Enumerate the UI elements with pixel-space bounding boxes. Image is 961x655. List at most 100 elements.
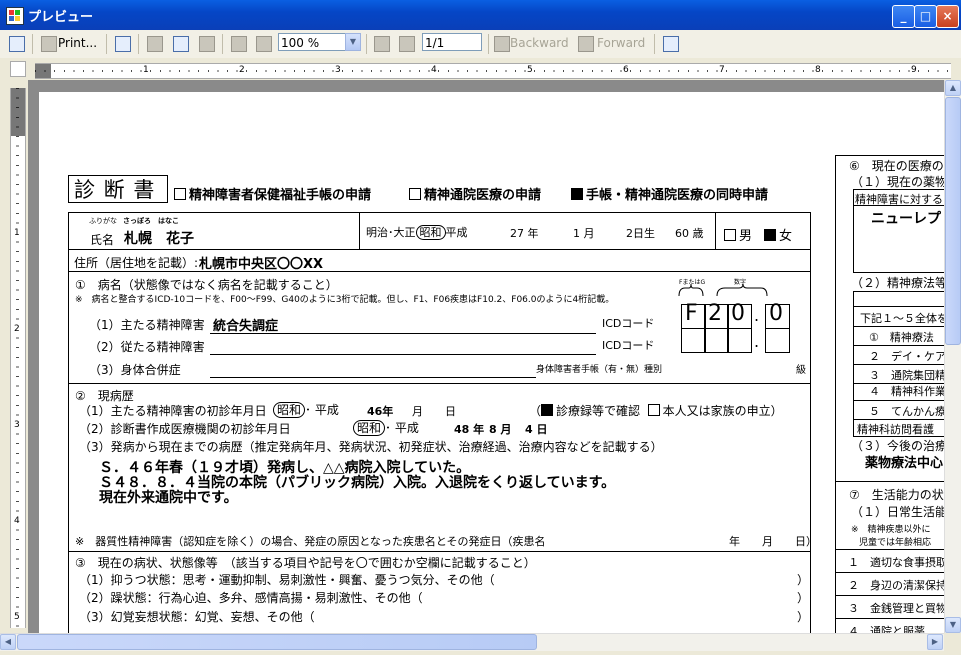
ability-item: １ 適切な食事摂取	[848, 556, 947, 569]
ruler-number: 3	[335, 65, 341, 75]
name-label: 氏名	[90, 233, 115, 247]
clinic-first-visit-month: 8 月	[489, 423, 512, 436]
first-visit-day: 日	[445, 405, 456, 418]
divider	[68, 383, 810, 384]
icd-cell	[681, 328, 706, 353]
age: 60 歳	[675, 227, 704, 240]
forward-icon[interactable]	[578, 36, 594, 52]
section1-title: ① 病名（状態像ではなく病名を記載すること）	[75, 278, 338, 292]
checkbox[interactable]	[409, 188, 421, 200]
ruler-ticks	[16, 88, 19, 628]
therapy-item: 精神科訪問看護	[857, 423, 934, 436]
vertical-scroll-thumb[interactable]	[945, 97, 961, 345]
print-button[interactable]: Print...	[58, 36, 97, 50]
grade-label: 級	[796, 365, 806, 376]
clinic-first-visit-label: （2）診断書作成医療機関の初診年月日	[79, 422, 291, 436]
checkbox-checked[interactable]	[571, 188, 583, 200]
section6-title: ⑥ 現在の医療の	[849, 159, 944, 173]
name-value: 札幌 花子	[124, 231, 194, 247]
checkbox[interactable]	[174, 188, 186, 200]
checkbox[interactable]	[724, 229, 736, 241]
checkbox-checked[interactable]	[764, 229, 776, 241]
right-column-border	[835, 155, 836, 633]
therapy-item: ４ 精神科作業	[869, 385, 946, 398]
icd-char: 2	[708, 301, 722, 326]
confirmation: （診療録等で確認 本人又は家族の申立）	[529, 404, 783, 418]
divider	[835, 481, 961, 482]
separator	[138, 34, 139, 54]
therapy-item: ① 精神療法	[869, 331, 934, 344]
scroll-corner	[944, 633, 961, 650]
section6-sub: （１）現在の薬物	[851, 175, 948, 189]
minimize-button[interactable]: _	[892, 5, 915, 28]
ruler-ticks	[35, 70, 951, 72]
birth-era: 明治･大正 昭和 平成	[366, 225, 468, 240]
underline	[210, 354, 596, 355]
separator	[222, 34, 223, 54]
organic-disorder-note: ※ 器質性精神障害（認知症を除く）の場合、発症の原因となった疾患名とその発症日（…	[75, 535, 546, 548]
scroll-up-icon[interactable]: ▲	[945, 80, 961, 96]
option-handbook: 精神障害者保健福祉手帳の申請	[174, 184, 371, 203]
physical-complication-label: （3）身体合併症	[89, 363, 181, 377]
ability-item: ３ 金銭管理と買物	[848, 602, 947, 615]
divider	[835, 549, 961, 550]
window-title: プレビュー	[28, 10, 94, 25]
vertical-ruler: 1 2 3 4 5	[10, 88, 26, 628]
close-paren: ）	[797, 573, 810, 587]
separator	[488, 34, 489, 54]
ability-item: ２ 身辺の清潔保持	[848, 579, 947, 592]
symptom-item: （3）幻覚妄想状態：幻覚、妄想、その他（	[79, 610, 315, 624]
continuous-page-icon[interactable]	[199, 36, 215, 52]
section3-title: ③ 現在の病状、状態像等 （該当する項目や記号を〇で囲むか空欄に記載すること）	[75, 556, 536, 570]
scroll-right-icon[interactable]: ▶	[927, 634, 943, 650]
multi-page-icon[interactable]	[173, 36, 189, 52]
divider	[68, 271, 810, 272]
next-page-icon[interactable]	[399, 36, 415, 52]
zoom-in-icon[interactable]	[256, 36, 272, 52]
backward-icon[interactable]	[494, 36, 510, 52]
first-visit-era: 昭和･ 平成	[273, 401, 339, 418]
edit-icon[interactable]	[663, 36, 679, 52]
printer-icon[interactable]	[41, 36, 57, 52]
chevron-down-icon[interactable]: ▼	[345, 33, 361, 51]
furigana-label: ふりがな	[89, 217, 117, 225]
find-icon[interactable]	[115, 36, 131, 52]
ruler-number: 3	[14, 420, 20, 430]
scroll-down-icon[interactable]: ▼	[945, 617, 961, 633]
divider	[835, 155, 961, 156]
checkbox[interactable]	[647, 404, 660, 416]
option-outpatient: 精神通院医療の申請	[409, 184, 541, 203]
backward-button[interactable]: Backward	[510, 36, 569, 50]
ruler-number: 8	[815, 65, 821, 75]
birth-month: 1 月	[573, 227, 595, 240]
prev-page-icon[interactable]	[374, 36, 390, 52]
page-number-input[interactable]: 1/1	[422, 33, 482, 51]
single-page-icon[interactable]	[147, 36, 163, 52]
scroll-left-icon[interactable]: ◀	[0, 634, 16, 650]
horizontal-scrollbar[interactable]: ◀ ▶	[0, 633, 944, 651]
therapy-item: ５ てんかん療	[869, 405, 946, 418]
separator	[106, 34, 107, 54]
close-button[interactable]: ×	[936, 5, 959, 28]
zoom-out-icon[interactable]	[231, 36, 247, 52]
horizontal-scroll-thumb[interactable]	[17, 634, 537, 650]
section7-title: ⑦ 生活能力の状	[849, 488, 944, 502]
maximize-button[interactable]: □	[914, 5, 937, 28]
first-visit-month: 月	[412, 405, 423, 418]
history-label: （3）発病から現在までの病歴（推定発病年月、発病状況、初発症状、治療経過、治療内…	[79, 440, 663, 454]
icd-cell	[765, 328, 790, 353]
zoom-select[interactable]: 100 %	[278, 33, 346, 51]
first-visit-year: 46年	[367, 405, 394, 418]
secondary-disorder-label: （2）従たる精神障害	[89, 340, 205, 354]
symptom-item: （2）躁状態：行為心迫、多弁、感情高揚・易刺激性、その他（	[79, 591, 423, 605]
birth-year: 27 年	[510, 227, 539, 240]
vertical-scrollbar[interactable]: ▲ ▼	[944, 80, 961, 633]
icd-char: F	[685, 301, 698, 326]
section7-sub: （１）日常生活能	[851, 505, 948, 519]
underline	[210, 377, 536, 378]
separator	[32, 34, 33, 54]
copy-icon[interactable]	[9, 36, 25, 52]
divider	[835, 572, 961, 573]
forward-button[interactable]: Forward	[597, 36, 645, 50]
checkbox-checked[interactable]	[541, 404, 554, 416]
